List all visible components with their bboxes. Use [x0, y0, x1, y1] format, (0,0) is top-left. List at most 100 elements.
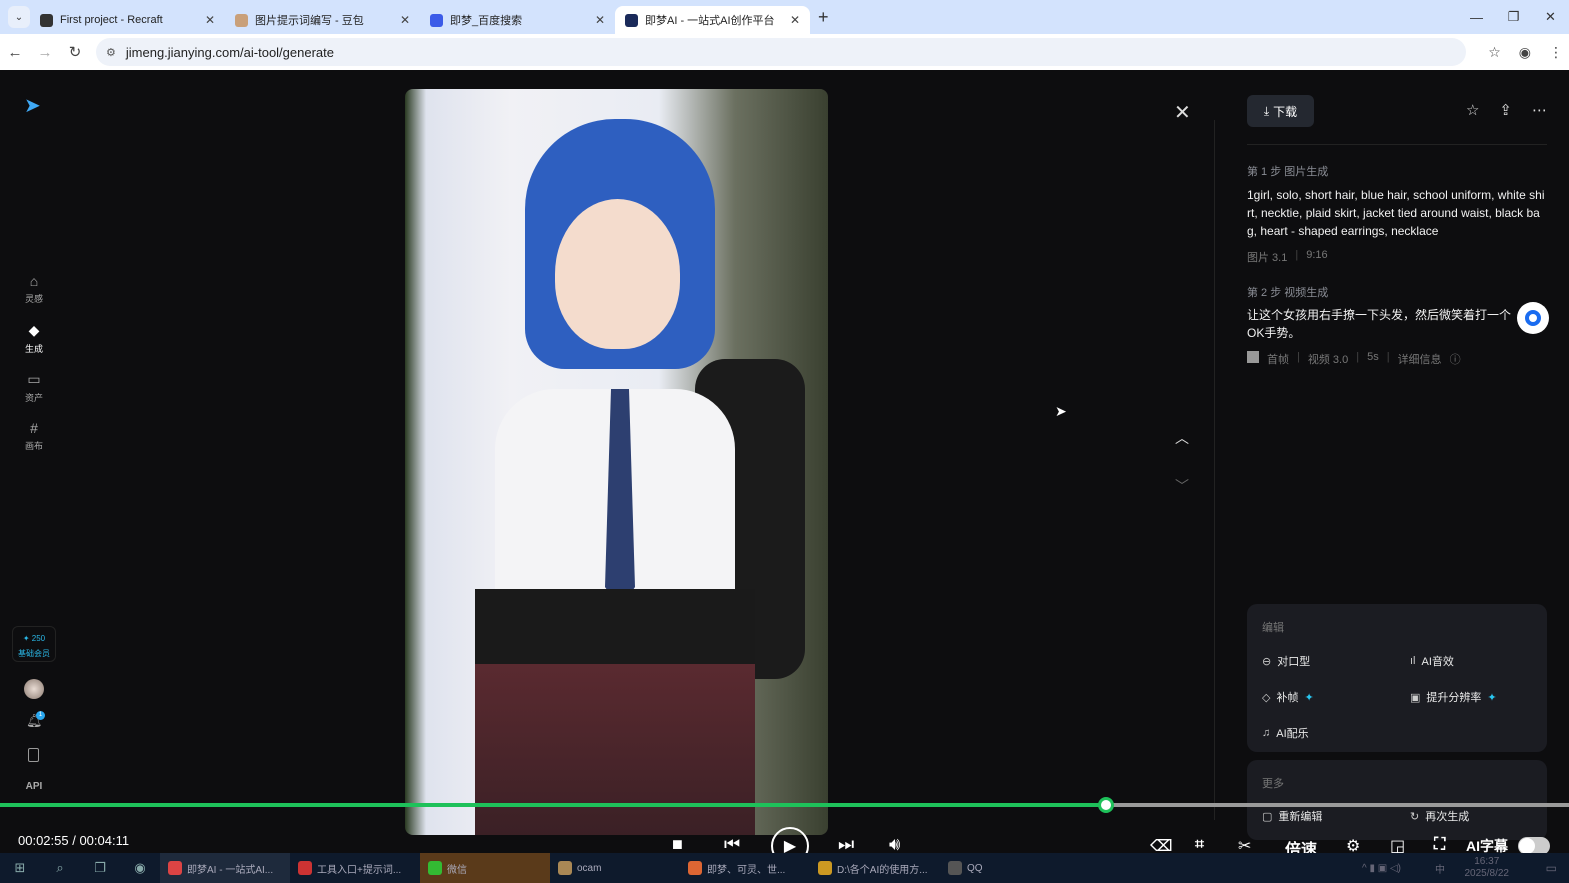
- url-input[interactable]: ⚙ jimeng.jianying.com/ai-tool/generate: [96, 38, 1466, 66]
- download-button[interactable]: ⤓ 下载: [1247, 95, 1314, 127]
- edit-card: 编辑 ⊖ 对口型 ıl AI音效 ◇ 补帧 ✦ ▣ 提升分辨率 ✦ ♫ AI配乐: [1247, 604, 1547, 752]
- taskbar-item-chrome[interactable]: 即梦AI - 一站式AI...: [160, 853, 290, 883]
- qq-icon: [948, 861, 962, 875]
- taskbar-item-doc[interactable]: 即梦、可灵、世...: [680, 853, 810, 883]
- ai-sound-option[interactable]: ıl AI音效: [1410, 653, 1454, 669]
- task-view-icon[interactable]: ❐: [80, 860, 120, 876]
- wechat-icon: [428, 861, 442, 875]
- ocam-icon: [558, 861, 572, 875]
- option-label: AI配乐: [1276, 728, 1309, 740]
- taskbar-item-wechat[interactable]: 微信: [420, 853, 550, 883]
- profile-icon[interactable]: ◉: [1519, 44, 1531, 61]
- option-label: AI音效: [1421, 656, 1454, 668]
- regenerate-option[interactable]: ↻ 再次生成: [1410, 808, 1469, 824]
- restore-button[interactable]: ❐: [1495, 0, 1532, 34]
- edit-title: 编辑: [1262, 622, 1284, 634]
- bookmark-star-icon[interactable]: ☆: [1488, 44, 1501, 61]
- ai-music-option[interactable]: ♫ AI配乐: [1262, 725, 1309, 741]
- first-frame-thumbnail[interactable]: [1247, 351, 1259, 363]
- progress-handle[interactable]: [1098, 797, 1115, 813]
- tab-title: First project - Recraft: [60, 14, 163, 26]
- avatar[interactable]: [24, 679, 44, 699]
- url-text: jimeng.jianying.com/ai-tool/generate: [125, 44, 334, 60]
- search-icon[interactable]: ⌕: [40, 860, 80, 876]
- forward-button[interactable]: →: [30, 44, 60, 61]
- playback-progress-bar[interactable]: [0, 803, 1569, 807]
- lip-sync-option[interactable]: ⊖ 对口型: [1262, 653, 1310, 669]
- close-tab-icon[interactable]: ✕: [205, 13, 215, 27]
- close-tab-icon[interactable]: ✕: [400, 13, 410, 27]
- taskbar-label: 即梦、可灵、世...: [707, 864, 786, 876]
- membership-credits[interactable]: ✦ 250 基础会员: [12, 626, 56, 662]
- crop-icon[interactable]: ⌗: [1195, 836, 1204, 854]
- app-icon[interactable]: ◉: [120, 860, 160, 876]
- api-link[interactable]: API: [0, 781, 68, 792]
- stop-icon[interactable]: ■: [672, 834, 683, 855]
- chevron-down-icon[interactable]: ﹀: [1175, 476, 1189, 496]
- close-tab-icon[interactable]: ✕: [790, 13, 800, 27]
- option-label: 提升分辨率: [1426, 692, 1482, 704]
- ime-indicator[interactable]: 中: [1435, 861, 1445, 876]
- menu-icon[interactable]: ⋮: [1549, 44, 1563, 61]
- taskbar-item-wps[interactable]: 工具入口+提示词...: [290, 853, 420, 883]
- jimeng-logo[interactable]: ➤: [24, 93, 44, 117]
- chevron-up-icon[interactable]: ︿: [1175, 428, 1189, 448]
- tab-baidu[interactable]: 即梦_百度搜索 ✕: [420, 6, 615, 34]
- back-button[interactable]: ←: [0, 44, 30, 61]
- share-icon[interactable]: ⇪: [1499, 101, 1512, 119]
- frame-interp-option[interactable]: ◇ 补帧 ✦: [1262, 689, 1314, 705]
- sidebar: ➤ ⌂ 灵感 ◆ 生成 ▭ 资产 # 画布 ✦ 250 基础会员 🔔︎ 1 API: [0, 71, 68, 853]
- floating-assistant-button[interactable]: [1517, 302, 1549, 334]
- wps-icon: [298, 861, 312, 875]
- sidebar-item-assets[interactable]: ▭ 资产: [0, 371, 68, 404]
- windows-start-icon[interactable]: ⊞: [0, 860, 40, 876]
- clock-date: 2025/8/22: [1464, 868, 1510, 879]
- sidebar-item-canvas[interactable]: # 画布: [0, 420, 68, 452]
- taskbar-label: 微信: [447, 864, 467, 876]
- upscale-option[interactable]: ▣ 提升分辨率 ✦: [1410, 689, 1497, 705]
- sidebar-item-generate[interactable]: ◆ 生成: [0, 322, 68, 355]
- tab-recraft[interactable]: First project - Recraft ✕: [30, 6, 225, 34]
- premium-sparkle-icon: ✦: [1487, 691, 1497, 704]
- option-label: 再次生成: [1425, 811, 1470, 823]
- close-window-button[interactable]: ✕: [1532, 0, 1569, 34]
- favorite-star-icon[interactable]: ☆: [1466, 101, 1479, 119]
- sidebar-item-label: 灵感: [24, 294, 43, 304]
- details-link[interactable]: 详细信息: [1398, 351, 1442, 367]
- tab-search-button[interactable]: ⌄: [8, 6, 30, 28]
- taskbar-item-ocam[interactable]: ocam: [550, 853, 680, 883]
- tab-title: 即梦AI - 一站式AI创作平台: [645, 15, 775, 27]
- site-settings-icon[interactable]: ⚙: [106, 46, 116, 59]
- recraft-favicon: [40, 13, 53, 27]
- taskbar-item-folder[interactable]: D:\各个AI的使用方...: [810, 853, 940, 883]
- clock[interactable]: 16:37 2025/8/22: [1465, 856, 1510, 880]
- minimize-button[interactable]: —: [1458, 0, 1495, 34]
- mouse-cursor-icon: ➤: [1055, 403, 1067, 419]
- frame-interp-icon: ◇: [1262, 691, 1271, 704]
- notification-badge: 1: [36, 711, 45, 720]
- video-model: 视频 3.0: [1307, 354, 1349, 366]
- tab-doubao[interactable]: 图片提示词编写 - 豆包 ✕: [225, 6, 420, 34]
- tray-icons[interactable]: ^ ▮ ▣ ◁): [1362, 863, 1401, 874]
- taskbar-item-qq[interactable]: QQ: [940, 853, 1000, 883]
- reload-button[interactable]: ↻: [60, 43, 90, 61]
- baidu-favicon: [430, 13, 443, 27]
- more-icon[interactable]: ⋯: [1532, 101, 1547, 119]
- tab-jimeng[interactable]: 即梦AI - 一站式AI创作平台 ✕: [615, 6, 810, 34]
- download-label: 下载: [1273, 104, 1298, 119]
- volume-icon[interactable]: 🔊︎: [889, 834, 900, 855]
- close-viewer-icon[interactable]: ✕: [1174, 100, 1191, 125]
- previous-icon[interactable]: ⏮: [724, 834, 740, 855]
- re-edit-option[interactable]: ▢ 重新编辑: [1262, 808, 1322, 824]
- next-icon[interactable]: ⏭: [838, 834, 854, 855]
- sidebar-item-label: 资产: [24, 393, 43, 403]
- close-tab-icon[interactable]: ✕: [595, 13, 605, 27]
- notification-center-icon[interactable]: ▭: [1546, 861, 1557, 875]
- new-tab-button[interactable]: +: [818, 7, 829, 28]
- edit-icon: ▢: [1262, 810, 1273, 823]
- fullscreen-icon[interactable]: ⛶: [1434, 836, 1445, 854]
- video-frame[interactable]: [405, 89, 828, 835]
- mobile-app-icon[interactable]: [28, 748, 39, 762]
- doubao-favicon: [235, 13, 248, 27]
- sidebar-item-inspiration[interactable]: ⌂ 灵感: [0, 273, 68, 305]
